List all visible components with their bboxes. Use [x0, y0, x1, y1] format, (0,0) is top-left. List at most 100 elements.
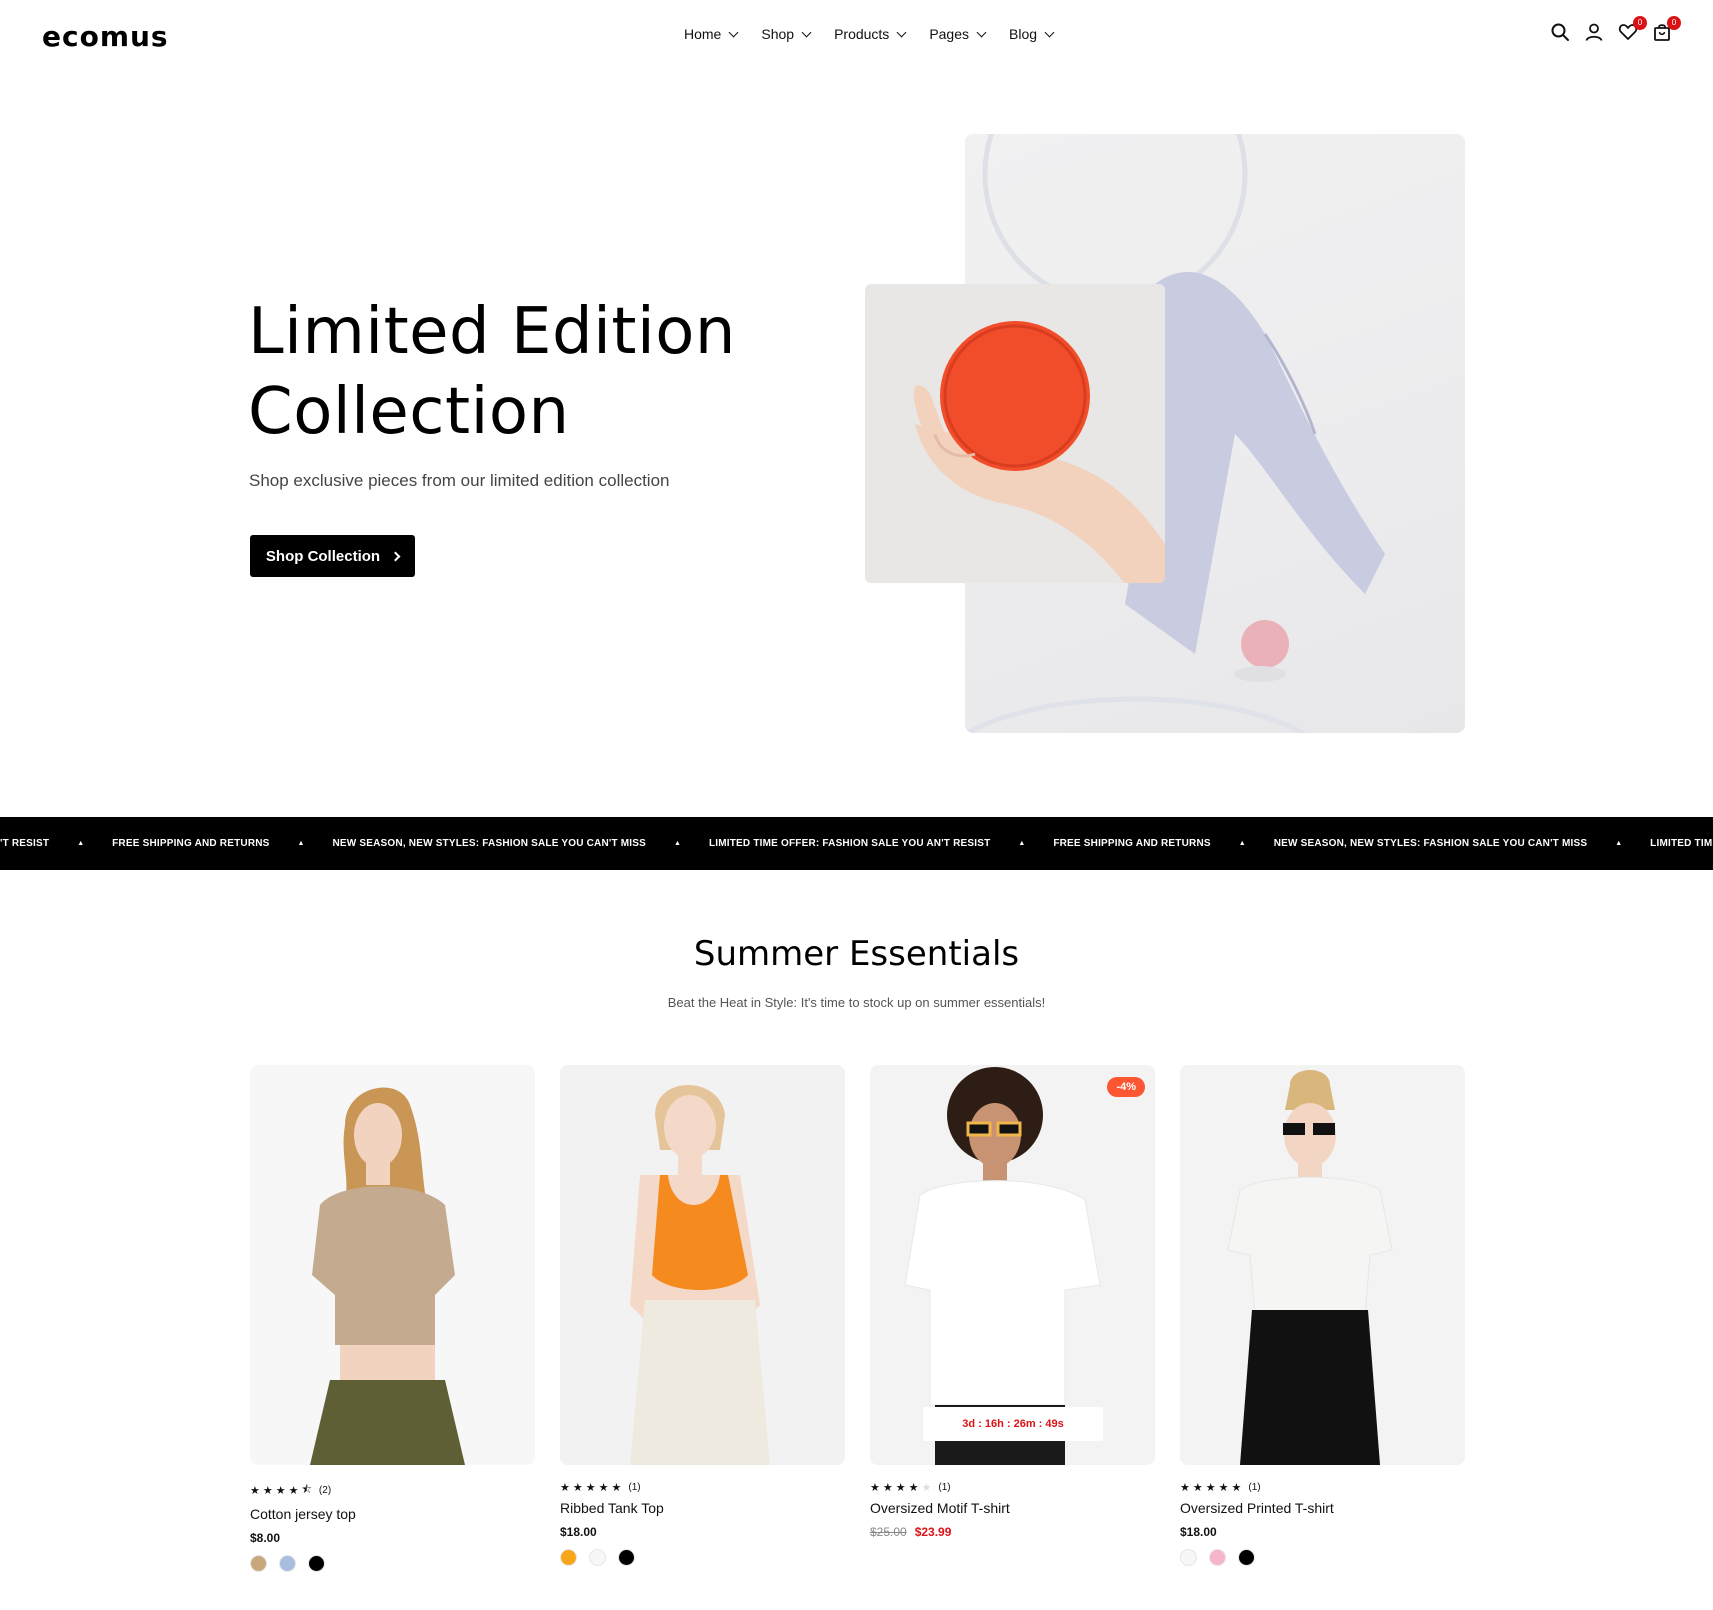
nav-home[interactable]: Home	[684, 26, 739, 42]
swatch-beige[interactable]	[250, 1555, 267, 1572]
product-name[interactable]: Oversized Printed T-shirt	[1180, 1500, 1465, 1516]
user-icon[interactable]	[1584, 22, 1604, 44]
triangle-icon: ▲	[1018, 840, 1026, 847]
logo[interactable]: ecomus	[42, 20, 169, 53]
marquee-item: 'T RESIST	[0, 838, 50, 849]
marquee-item: FREE SHIPPING AND RETURNS	[112, 838, 270, 849]
main-nav: Home Shop Products Pages Blog	[684, 26, 1055, 42]
review-count: (1)	[1248, 1482, 1261, 1493]
star-icon: ★	[560, 1482, 570, 1494]
product-card[interactable]: ★ ★ ★ ★ ★ (1) Oversized Printed T-shirt $18.…	[1180, 1065, 1465, 1566]
star-icon: ★	[585, 1482, 596, 1494]
product-name[interactable]: Ribbed Tank Top	[560, 1500, 845, 1516]
nav-blog[interactable]: Blog	[1009, 26, 1055, 42]
sale-badge: -4%	[1107, 1077, 1145, 1097]
color-swatches	[250, 1555, 535, 1572]
header-actions: 0 0	[1550, 16, 1681, 44]
star-icon: ★	[598, 1482, 609, 1494]
product-price: $18.00	[560, 1525, 597, 1539]
product-image[interactable]	[250, 1065, 535, 1465]
product-name[interactable]: Oversized Motif T-shirt	[870, 1500, 1155, 1516]
marquee-item: NEW SEASON, NEW STYLES: FASHION SALE YOU…	[1273, 838, 1588, 849]
product-card[interactable]: -4% 3d : 16h : 26m : 49s ★ ★ ★ ★ ★ (1) Overs…	[870, 1065, 1155, 1539]
triangle-icon: ▲	[1615, 840, 1623, 847]
search-icon[interactable]	[1550, 22, 1570, 44]
shop-collection-label: Shop Collection	[265, 547, 381, 565]
star-icon: ★	[288, 1485, 299, 1497]
original-price: $25.00	[870, 1525, 907, 1539]
product-image[interactable]: -4% 3d : 16h : 26m : 49s	[870, 1065, 1155, 1465]
hero-title-line2: Collection	[248, 375, 570, 449]
swatch-white[interactable]	[1180, 1549, 1197, 1566]
swatch-orange[interactable]	[560, 1549, 577, 1566]
sale-price: $23.99	[914, 1525, 952, 1539]
chevron-down-icon	[1044, 27, 1055, 37]
chevron-down-icon	[976, 27, 987, 37]
product-rating: ★ ★ ★ ★ ⯪ (2)	[250, 1481, 535, 1500]
star-icon: ★	[1192, 1482, 1203, 1494]
chevron-right-icon	[390, 551, 401, 561]
star-icon: ★	[1218, 1482, 1229, 1494]
nav-blog-label: Blog	[1009, 26, 1038, 42]
star-icon: ★	[611, 1482, 622, 1494]
product-price: $18.00	[1180, 1525, 1217, 1539]
star-empty-icon: ★	[921, 1482, 932, 1494]
chevron-down-icon	[801, 27, 812, 37]
swatch-pink[interactable]	[1209, 1549, 1226, 1566]
product-name[interactable]: Cotton jersey top	[250, 1506, 535, 1522]
nav-products[interactable]: Products	[834, 26, 907, 42]
marquee-item: NEW SEASON, NEW STYLES: FASHION SALE YOU…	[332, 838, 647, 849]
star-icon: ★	[275, 1485, 286, 1497]
review-count: (1)	[628, 1482, 641, 1493]
product-rating: ★ ★ ★ ★ ★ (1)	[1180, 1481, 1465, 1494]
swatch-blue[interactable]	[279, 1555, 296, 1572]
promo-marquee: 'T RESIST ▲ FREE SHIPPING AND RETURNS ▲ …	[0, 817, 1713, 870]
hero-title: Limited Edition Collection	[248, 292, 808, 452]
product-price: $8.00	[250, 1531, 281, 1545]
color-swatches	[1180, 1549, 1465, 1566]
nav-shop[interactable]: Shop	[761, 26, 812, 42]
nav-pages[interactable]: Pages	[929, 26, 987, 42]
nav-shop-label: Shop	[761, 26, 795, 42]
swatch-black[interactable]	[618, 1549, 635, 1566]
section-subtitle: Beat the Heat in Style: It's time to sto…	[667, 995, 1046, 1010]
product-image[interactable]	[1180, 1065, 1465, 1465]
star-icon: ★	[250, 1485, 260, 1497]
chevron-down-icon	[728, 27, 739, 37]
product-card[interactable]: ★ ★ ★ ★ ★ (1) Ribbed Tank Top $18.00	[560, 1065, 845, 1566]
marquee-track: 'T RESIST ▲ FREE SHIPPING AND RETURNS ▲ …	[0, 817, 1713, 870]
product-image[interactable]	[560, 1065, 845, 1465]
review-count: (2)	[318, 1485, 332, 1496]
chevron-down-icon	[896, 27, 907, 37]
cart-count-badge: 0	[1667, 16, 1681, 30]
wishlist-button[interactable]: 0	[1618, 16, 1647, 44]
review-count: (1)	[938, 1482, 951, 1493]
swatch-black[interactable]	[1238, 1549, 1255, 1566]
star-icon: ★	[1231, 1482, 1242, 1494]
star-icon: ★	[870, 1482, 880, 1494]
color-swatches	[560, 1549, 845, 1566]
cart-button[interactable]: 0	[1652, 16, 1681, 44]
star-icon: ★	[882, 1482, 893, 1494]
hero-title-line1: Limited Edition	[248, 295, 736, 369]
marquee-item: FREE SHIPPING AND RETURNS	[1053, 838, 1211, 849]
star-icon: ★	[908, 1482, 919, 1494]
hero-image-secondary	[865, 284, 1165, 583]
product-card[interactable]: ★ ★ ★ ★ ⯪ (2) Cotton jersey top $8.00	[250, 1065, 535, 1572]
star-icon: ★	[895, 1482, 906, 1494]
product-rating: ★ ★ ★ ★ ★ (1)	[870, 1481, 1155, 1494]
star-icon: ★	[262, 1485, 273, 1497]
section-title: Summer Essentials	[693, 934, 1020, 974]
swatch-white[interactable]	[589, 1549, 606, 1566]
product-price: $25.00 $23.99	[870, 1525, 1155, 1539]
star-icon: ★	[1180, 1482, 1190, 1494]
marquee-item: LIMITED TIME OFFER: FASHION SALE	[1650, 838, 1713, 849]
swatch-black[interactable]	[308, 1555, 325, 1572]
nav-home-label: Home	[684, 26, 722, 42]
wishlist-count-badge: 0	[1633, 16, 1647, 30]
nav-products-label: Products	[834, 26, 890, 42]
site-header: ecomus Home Shop Products Pages Blog 0 0	[0, 0, 1713, 72]
triangle-icon: ▲	[297, 840, 305, 847]
hero-subtitle: Shop exclusive pieces from our limited e…	[249, 471, 670, 490]
shop-collection-button[interactable]: Shop Collection	[250, 535, 415, 577]
